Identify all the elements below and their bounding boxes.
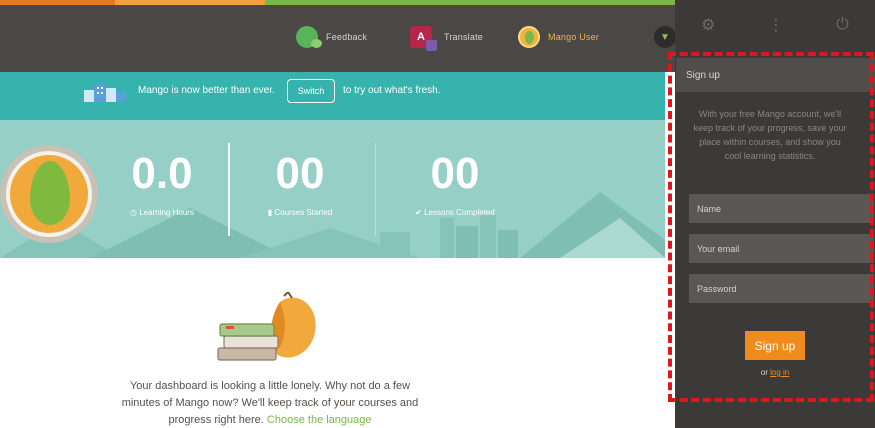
stripe-segment [265,0,675,5]
top-navigation-bar: Feedback A Translate Mango User [0,0,675,72]
more-vertical-icon[interactable]: ⋮ [768,15,784,35]
mango-avatar [0,145,98,243]
check-icon: ✔ [415,208,425,217]
stat-caption: ◷ Learning Hours [130,208,194,217]
stat-value: 0.0 [131,149,193,198]
login-link[interactable]: log in [770,368,789,377]
user-nav-item[interactable]: Mango User [518,24,599,50]
translate-icon: A [410,26,437,51]
user-name-label: Mango User [548,32,600,42]
stat-lessons-completed: 00 ✔ Lessons Completed [400,149,510,218]
chevron-down-icon: ▼ [660,31,670,43]
stripe-segment [675,0,875,5]
signup-heading: Sign up [676,58,875,92]
stat-caption: ▮ Courses Started [267,208,333,217]
stripe-segment [115,0,265,5]
banner-text-after: to try out what's fresh. [343,85,441,96]
feedback-nav-item[interactable]: Feedback [296,24,367,50]
stat-value: 00 [275,149,325,198]
signup-description: With your free Mango account, we'll keep… [693,109,847,161]
stat-caption: ✔ Lessons Completed [415,208,495,217]
login-line: or log in [700,368,850,377]
translate-nav-item[interactable]: A Translate [410,24,483,51]
name-field[interactable] [689,194,874,223]
mango-fruit-icon [10,155,88,233]
empty-dashboard-message: Your dashboard is looking a little lonel… [110,378,430,428]
power-icon[interactable]: ⏻ [836,16,849,34]
clock-icon: ◷ [130,208,140,217]
password-field[interactable] [689,274,874,303]
user-avatar-icon [518,26,540,48]
stat-divider [375,143,376,236]
user-menu-chevron-button[interactable]: ▼ [654,26,676,48]
stat-courses-started: 00 ▮ Courses Started [250,149,350,218]
stat-divider [228,143,230,236]
signup-button[interactable]: Sign up [745,331,805,360]
buildings-icon [84,84,126,102]
panel-toolbar: ⚙ ⋮ ⏻ [675,10,875,40]
banner-text-before: Mango is now better than ever. [138,85,275,96]
or-text: or [760,368,768,377]
translate-label: Translate [444,32,483,42]
choose-language-link[interactable]: Choose the language [267,414,372,426]
stat-value: 00 [430,149,480,198]
email-field[interactable] [689,234,874,263]
top-color-stripe [0,0,875,5]
feedback-label: Feedback [326,32,368,42]
stripe-segment [0,0,115,5]
books-mango-illustration [217,292,316,361]
switch-button[interactable]: Switch [287,79,335,103]
feedback-icon [296,26,322,48]
gear-icon[interactable]: ⚙ [701,15,715,35]
stat-learning-hours: 0.0 ◷ Learning Hours [112,149,212,218]
